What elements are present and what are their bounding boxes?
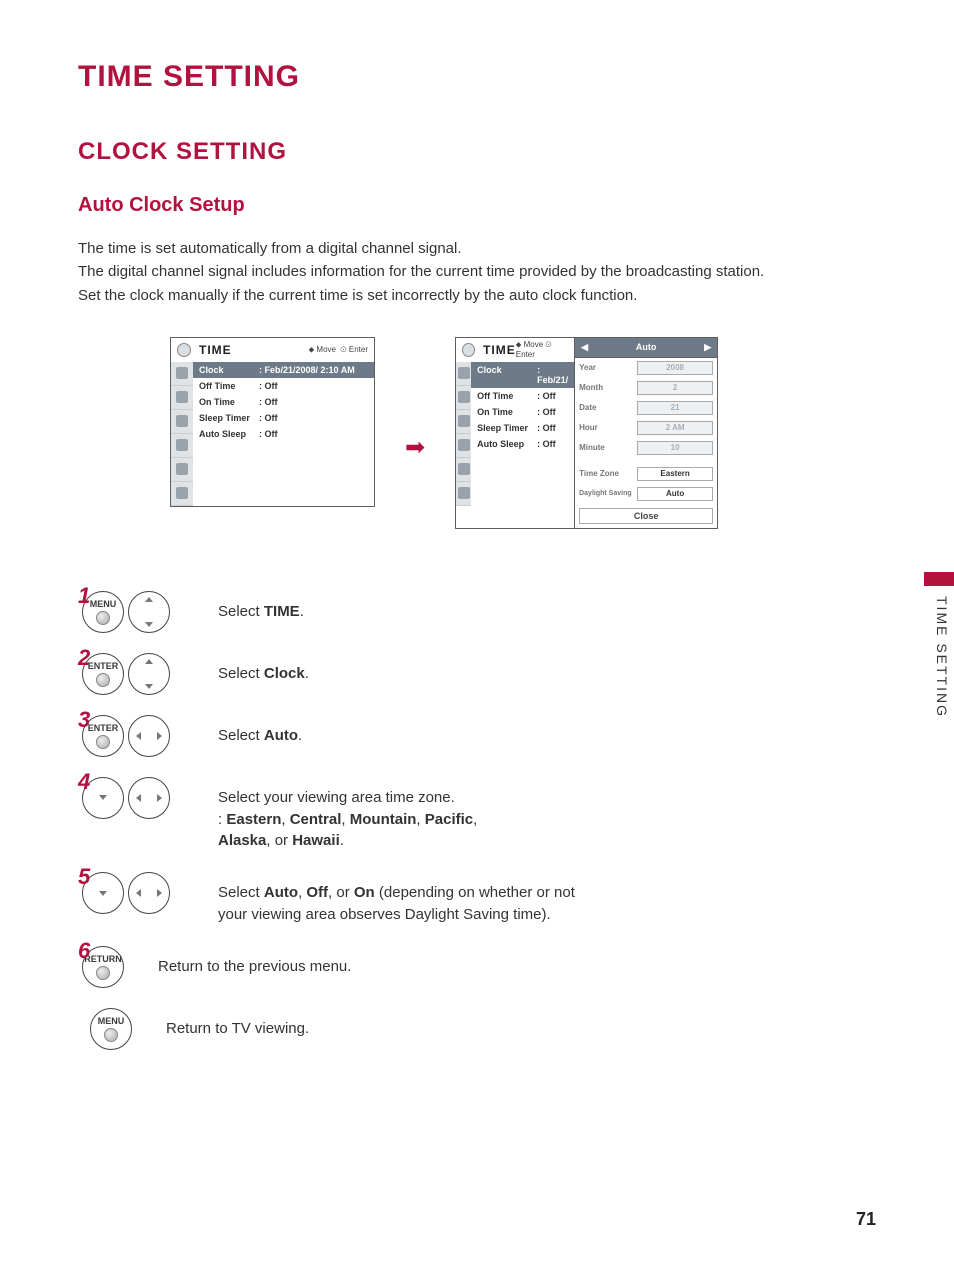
triangle-right-icon: ▶ bbox=[704, 342, 711, 353]
osd-nav-hint: ⬥ Move ⊙ Enter bbox=[516, 340, 568, 359]
side-tab: TIME SETTING bbox=[930, 590, 954, 724]
page-title: TIME SETTING bbox=[78, 60, 876, 94]
step-2: 2 ENTER Select Clock. bbox=[78, 653, 598, 695]
osd-title: TIME bbox=[483, 343, 516, 357]
intro-line-2: The digital channel signal includes info… bbox=[78, 260, 876, 283]
page-number: 71 bbox=[856, 1209, 876, 1230]
osd-screenshots: TIME ⬥ Move ⊙ Enter Clock: Feb/21/2008/ … bbox=[170, 337, 876, 529]
step-5: 5 Select Auto, Off, or On (depending on … bbox=[78, 872, 598, 926]
step-4: 4 Select your viewing area time zone. : … bbox=[78, 777, 598, 852]
intro-line-3: Set the clock manually if the current ti… bbox=[78, 284, 876, 307]
step-7: MENU Return to TV viewing. bbox=[78, 1008, 598, 1050]
step-number: 2 bbox=[78, 645, 90, 671]
step-number: 4 bbox=[78, 769, 90, 795]
osd-screenshot-left: TIME ⬥ Move ⊙ Enter Clock: Feb/21/2008/ … bbox=[170, 337, 375, 507]
osd-sidebar bbox=[171, 362, 193, 506]
remote-menu-button: MENU bbox=[90, 1008, 132, 1050]
remote-updown-button bbox=[128, 591, 170, 633]
steps-list: 1 MENU Select TIME. 2 ENTER Select Clock… bbox=[78, 591, 598, 1050]
side-accent bbox=[924, 572, 954, 586]
osd-list: Clock: Feb/21/2008/ 2:10 AM Off Time: Of… bbox=[193, 362, 374, 506]
remote-leftright-button bbox=[128, 715, 170, 757]
step-3: 3 ENTER Select Auto. bbox=[78, 715, 598, 757]
remote-leftright-button bbox=[128, 872, 170, 914]
intro-line-1: The time is set automatically from a dig… bbox=[78, 237, 876, 260]
submenu-auto-header: ◀ Auto ▶ bbox=[575, 338, 717, 358]
step-number: 3 bbox=[78, 707, 90, 733]
submenu-close: Close bbox=[579, 508, 713, 524]
step-number: 1 bbox=[78, 583, 90, 609]
triangle-left-icon: ◀ bbox=[581, 342, 588, 353]
step-6: 6 RETURN Return to the previous menu. bbox=[78, 946, 598, 988]
step-number: 5 bbox=[78, 864, 90, 890]
section-title: CLOCK SETTING bbox=[78, 138, 876, 166]
remote-leftright-button bbox=[128, 777, 170, 819]
arrow-icon: ➡ bbox=[405, 433, 425, 462]
osd-title: TIME bbox=[199, 343, 309, 357]
remote-updown-button bbox=[128, 653, 170, 695]
osd-submenu: ◀ Auto ▶ Year2008 Month2 Date21 Hour2 AM… bbox=[574, 337, 718, 529]
step-number: 6 bbox=[78, 938, 90, 964]
subsection-title: Auto Clock Setup bbox=[78, 194, 876, 217]
osd-screenshot-right: TIME ⬥ Move ⊙ Enter Clock: Feb/21/ Off T… bbox=[455, 337, 718, 529]
clock-icon bbox=[462, 343, 475, 357]
submenu-auto-label: Auto bbox=[636, 342, 657, 352]
clock-icon bbox=[177, 343, 191, 357]
intro-text: The time is set automatically from a dig… bbox=[78, 237, 876, 307]
osd-nav-hint: ⬥ Move ⊙ Enter bbox=[309, 345, 368, 355]
step-1: 1 MENU Select TIME. bbox=[78, 591, 598, 633]
